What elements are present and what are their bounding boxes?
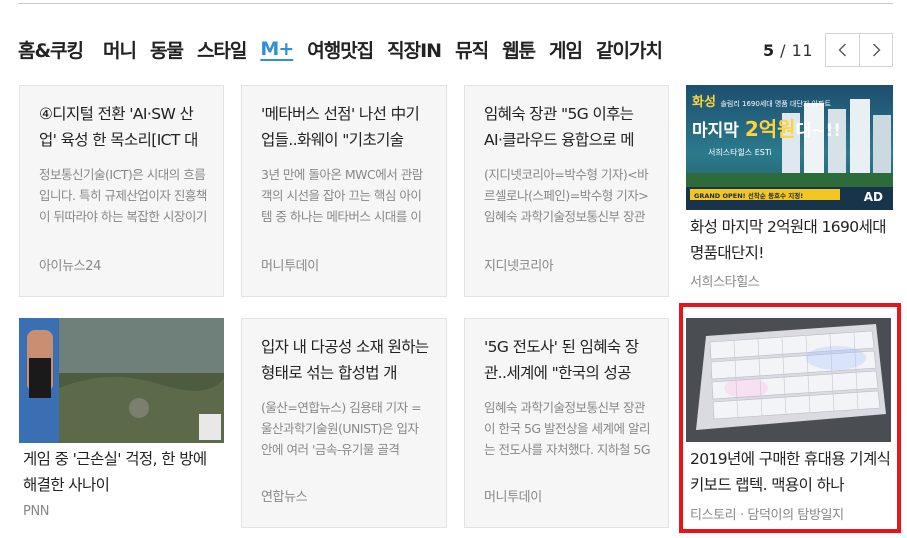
game-card-source: PNN: [23, 504, 50, 519]
card-desc: (지디넷코리아=박수형 기자)<바르셀로나(스페인)=박수형 기자> 임혜숙 과…: [484, 167, 649, 224]
page-current: 5: [762, 40, 775, 60]
news-card-5g-ai-cloud[interactable]: 임혜숙 장관 "5G 이후는 AI·클라우드 융합으로 메 (지디넷코리아=박수…: [464, 85, 669, 297]
card-source: 머니투데이: [261, 259, 319, 274]
ad-banner-strip: GRAND OPEN! 선착순 동호수 지정!: [694, 192, 804, 200]
card-title: 입자 내 다공성 소재 원하는 형태로 섞는 합성법 개: [261, 338, 429, 382]
news-card-metaverse[interactable]: '메타버스 선점' 나선 中기업들..화웨이 "기초기술 3년 만에 돌아온 M…: [241, 85, 447, 297]
card-source: 아이뉴스24: [39, 259, 101, 274]
chevron-left-icon: [838, 43, 846, 57]
page-separator: /: [774, 40, 792, 60]
page-total: 11: [791, 40, 813, 60]
ad-source: 서희스타힐스: [690, 275, 760, 290]
game-thumbnail: [19, 318, 224, 443]
game-card-title: 게임 중 '근손실' 걱정, 한 방에 해결한 사나이: [23, 450, 207, 494]
card-title: '메타버스 선점' 나선 中기업들..화웨이 "기초기술: [261, 105, 420, 149]
top-divider: [18, 3, 893, 4]
blog-card-keyboard[interactable]: 2019년에 구매한 휴대용 기계식 키보드 랩텍. 맥용이 하나 티스토리 ·…: [686, 318, 893, 528]
ad-banner-logo: 서희스타힐스 ESTi: [708, 148, 772, 157]
ad-badge: AD: [863, 190, 883, 204]
tab-webtoon[interactable]: 웹툰: [502, 36, 536, 63]
card-source: 연합뉴스: [261, 490, 308, 505]
news-card-digital-transition[interactable]: ④디지털 전환 'AI·SW 산업' 육성 한 목소리[ICT 대 정보통신기술…: [19, 85, 224, 297]
card-title: ④디지털 전환 'AI·SW 산업' 육성 한 목소리[ICT 대: [39, 105, 198, 149]
ad-card-apartment[interactable]: 화성 솔림리 1690세대 명품 대단지 아파트 마지막 2억원대~!! 서희스…: [686, 85, 893, 297]
ad-title: 화성 마지막 2억원대 1690세대 명품대단지!: [690, 218, 886, 262]
tab-style[interactable]: 스타일: [197, 36, 247, 63]
game-screenshot-illustration: [19, 318, 224, 443]
card-desc: 3년 만에 돌아온 MWC에서 관람객의 시선을 잡아 끄는 핵심 아이템 중 …: [261, 167, 423, 224]
news-card-porous-material[interactable]: 입자 내 다공성 소재 원하는 형태로 섞는 합성법 개 (울산=연합뉴스) 김…: [241, 318, 447, 528]
pagination: 5 / 11: [763, 33, 893, 67]
video-card-game[interactable]: 게임 중 '근손실' 걱정, 한 방에 해결한 사나이 PNN: [19, 318, 224, 528]
card-desc: 정보통신기술(ICT)은 시대의 흐름입니다. 특히 규제산업이자 진흥책이 뒤…: [39, 167, 207, 224]
category-tabs: 홈&쿠킹 머니 동물 스타일 M+ 여행맛집 직장IN 뮤직 웹툰 게임 같이가…: [18, 34, 676, 64]
chevron-right-icon: [872, 43, 880, 57]
ad-banner-image: 화성 솔림리 1690세대 명품 대단지 아파트 마지막 2억원대~!! 서희스…: [686, 85, 893, 210]
card-title: 임혜숙 장관 "5G 이후는 AI·클라우드 융합으로 메: [484, 105, 635, 149]
keyboard-photo-illustration: [686, 318, 891, 442]
ad-banner-brand: 화성 솔림리 1690세대 명품 대단지 아파트: [692, 95, 831, 110]
pager-buttons: [825, 33, 893, 67]
tab-money[interactable]: 머니: [103, 36, 137, 63]
tab-home-cooking[interactable]: 홈&쿠킹: [18, 36, 84, 63]
keyboard-thumbnail: [686, 318, 891, 442]
tab-m-plus[interactable]: M+: [260, 38, 294, 60]
keyboard-card-title: 2019년에 구매한 휴대용 기계식 키보드 랩텍. 맥용이 하나: [690, 450, 891, 494]
card-desc: 임혜숙 과학기술정보통신부 장관이 한국 5G 발전상을 세계에 알리는 전도사…: [484, 400, 651, 457]
tab-work[interactable]: 직장IN: [387, 36, 442, 63]
ad-banner-headline: 마지막 2억원대~!!: [692, 117, 841, 141]
tab-together[interactable]: 같이가치: [596, 36, 663, 63]
page-indicator: 5 / 11: [763, 41, 813, 60]
keyboard-card-source: 티스토리 · 담덕이의 탐방일지: [690, 508, 844, 523]
card-title: '5G 전도사' 된 임혜숙 장관..세계에 "한국의 성공: [484, 338, 639, 382]
tab-music[interactable]: 뮤직: [455, 36, 489, 63]
news-card-5g-evangelist[interactable]: '5G 전도사' 된 임혜숙 장관..세계에 "한국의 성공 임혜숙 과학기술정…: [464, 318, 669, 528]
prev-page-button[interactable]: [826, 34, 859, 66]
tab-travel-food[interactable]: 여행맛집: [307, 36, 374, 63]
card-source: 지디넷코리아: [484, 259, 554, 274]
card-source: 머니투데이: [484, 490, 542, 505]
card-desc: (울산=연합뉴스) 김용태 기자 = 울산과학기술원(UNIST)은 입자 안에…: [261, 400, 422, 457]
tab-game[interactable]: 게임: [549, 36, 583, 63]
next-page-button[interactable]: [859, 34, 892, 66]
tab-animal[interactable]: 동물: [150, 36, 184, 63]
